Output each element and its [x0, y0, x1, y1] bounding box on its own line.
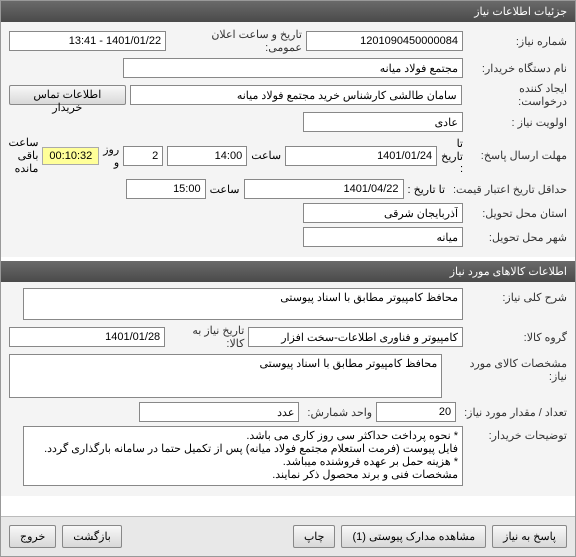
qty-field[interactable]	[376, 402, 456, 422]
back-button[interactable]: بازگشت	[62, 525, 122, 548]
exit-button[interactable]: خروج	[9, 525, 56, 548]
city-label: شهر محل تحویل:	[467, 231, 567, 244]
validity-date-field[interactable]	[244, 179, 404, 199]
notes-field[interactable]	[23, 426, 463, 486]
deadline-date-field[interactable]	[285, 146, 437, 166]
unit-field[interactable]	[139, 402, 299, 422]
remain-label: ساعت باقی مانده	[8, 136, 38, 175]
deadline-label: مهلت ارسال پاسخ:	[467, 149, 567, 162]
city-field[interactable]	[303, 227, 463, 247]
province-label: استان محل تحویل:	[467, 207, 567, 220]
to-date-label-2: تا تاریخ :	[408, 183, 445, 196]
time-label-2: ساعت	[210, 183, 240, 196]
group-field[interactable]	[248, 327, 463, 347]
window-title: جزئیات اطلاعات نیاز	[1, 1, 575, 22]
unit-label: واحد شمارش:	[303, 406, 372, 419]
notes-label: توضیحات خریدار:	[467, 426, 567, 442]
announce-label: تاریخ و ساعت اعلان عمومی:	[170, 28, 302, 54]
creator-label: ایجاد کننده درخواست:	[466, 82, 567, 108]
req-no-field[interactable]	[306, 31, 463, 51]
items-form: شرح کلی نیاز: گروه کالا: تاریخ نیاز به ک…	[1, 282, 575, 496]
spec-field[interactable]	[9, 354, 442, 398]
req-no-label: شماره نیاز:	[467, 35, 567, 48]
days-label: روز و	[103, 143, 119, 169]
group-label: گروه کالا:	[467, 331, 567, 344]
countdown: 00:10:32	[42, 147, 99, 165]
buyer-label: نام دستگاه خریدار:	[467, 62, 567, 75]
print-button[interactable]: چاپ	[293, 525, 336, 548]
footer-bar: پاسخ به نیاز مشاهده مدارک پیوستی (1) چاپ…	[1, 516, 575, 556]
header-form: شماره نیاز: تاریخ و ساعت اعلان عمومی: نا…	[1, 22, 575, 257]
priority-field[interactable]	[303, 112, 463, 132]
items-section-title: اطلاعات کالاهای مورد نیاز	[1, 261, 575, 282]
time-label-1: ساعت	[251, 149, 281, 162]
priority-label: اولویت نیاز :	[467, 116, 567, 129]
days-field[interactable]	[123, 146, 163, 166]
buyer-field[interactable]	[123, 58, 463, 78]
desc-field[interactable]	[23, 288, 463, 320]
qty-label: تعداد / مقدار مورد نیاز:	[460, 406, 567, 419]
reply-button[interactable]: پاسخ به نیاز	[492, 525, 567, 548]
contact-button[interactable]: اطلاعات تماس خریدار	[9, 85, 126, 105]
need-date-field[interactable]	[9, 327, 165, 347]
creator-field[interactable]	[130, 85, 462, 105]
deadline-time-field[interactable]	[167, 146, 247, 166]
desc-label: شرح کلی نیاز:	[467, 288, 567, 304]
attachments-button[interactable]: مشاهده مدارک پیوستی (1)	[341, 525, 486, 548]
province-field[interactable]	[303, 203, 463, 223]
validity-label: حداقل تاریخ اعتبار قیمت:	[449, 183, 567, 196]
announce-field[interactable]	[9, 31, 166, 51]
to-date-label: تا تاریخ :	[441, 137, 463, 175]
validity-time-field[interactable]	[126, 179, 206, 199]
spec-label: مشخصات کالای مورد نیاز:	[446, 354, 567, 383]
window: جزئیات اطلاعات نیاز شماره نیاز: تاریخ و …	[0, 0, 576, 557]
need-date-label: تاریخ نیاز به کالا:	[169, 324, 244, 350]
